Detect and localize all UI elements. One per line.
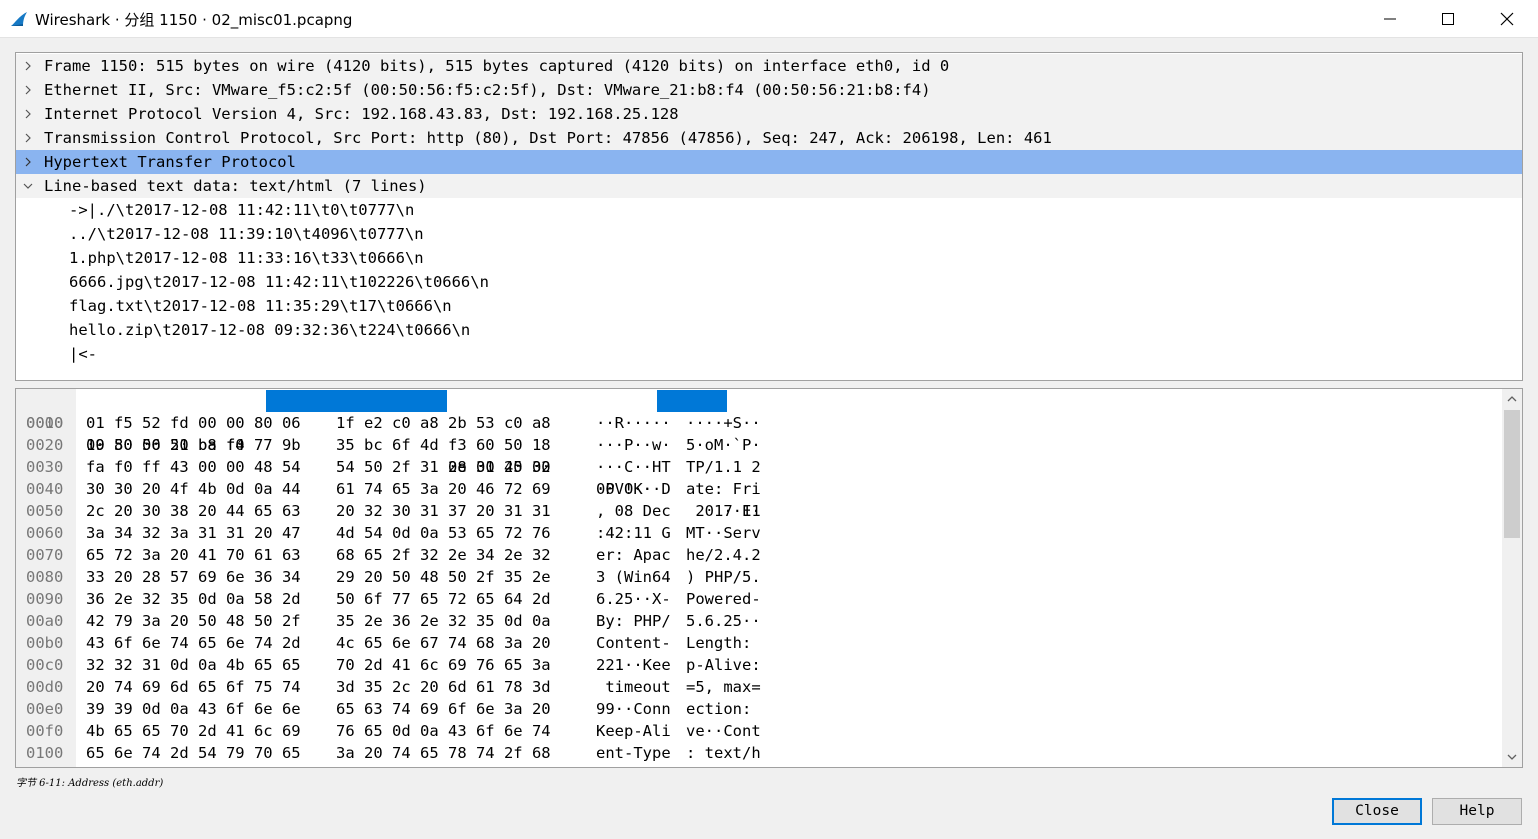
tree-child-line[interactable]: hello.zip\t2017-12-08 09:32:36\t224\t066… [16,318,1522,342]
close-button[interactable]: Close [1332,798,1422,825]
hex-row[interactable]: 0030 fa f0 ff 43 00 00 48 54 54 50 2f 31 2… [16,456,1502,478]
tree-child-line[interactable]: flag.txt\t2017-12-08 11:35:29\t17\t0666\… [16,294,1522,318]
hex-row[interactable]: 0060 3a 34 32 3a 31 31 20 47 4d 54 0d 0a 5… [16,522,1502,544]
close-icon [1500,12,1514,26]
packet-details-tree[interactable]: Frame 1150: 515 bytes on wire (4120 bits… [15,52,1523,381]
tree-row-http[interactable]: Hypertext Transfer Protocol [16,150,1522,174]
minimize-icon [1384,18,1396,20]
scrollbar-thumb[interactable] [1504,410,1520,538]
hex-row[interactable]: 00a0 42 79 3a 20 50 48 50 2f 35 2e 36 2e 3… [16,610,1502,632]
help-button[interactable]: Help [1432,798,1522,825]
tree-child-line[interactable]: ../\t2017-12-08 11:39:10\t4096\t0777\n [16,222,1522,246]
hex-row[interactable]: 0070 65 72 3a 20 41 70 61 63 68 65 2f 32 2… [16,544,1502,566]
tree-row-frame[interactable]: Frame 1150: 515 bytes on wire (4120 bits… [16,54,1522,78]
title-bar: Wireshark · 分组 1150 · 02_misc01.pcapng [0,0,1538,38]
hex-row[interactable]: 0090 36 2e 32 35 0d 0a 58 2d 50 6f 77 65 7… [16,588,1502,610]
wireshark-fin-icon [11,12,27,26]
window-title: Wireshark · 分组 1150 · 02_misc01.pcapng [35,11,353,29]
tree-row-tcp[interactable]: Transmission Control Protocol, Src Port:… [16,126,1522,150]
hex-row[interactable]: 0080 33 20 28 57 69 6e 36 34 29 20 50 48 5… [16,566,1502,588]
tree-child-line[interactable]: 6666.jpg\t2017-12-08 11:42:11\t102226\t0… [16,270,1522,294]
hex-row[interactable]: 00c0 32 32 31 0d 0a 4b 65 65 70 2d 41 6c 6… [16,654,1502,676]
hex-row[interactable]: 0010 01 f5 52 fd 00 00 80 06 1f e2 c0 a8 2… [16,412,1502,434]
hex-row[interactable]: 00e0 39 39 0d 0a 43 6f 6e 6e 65 63 74 69 6… [16,698,1502,720]
hex-row[interactable]: 00b0 43 6f 6e 74 65 6e 74 2d 4c 65 6e 67 7… [16,632,1502,654]
hex-row[interactable]: 0020 19 80 00 50 ba f0 77 9b 35 bc 6f 4d f… [16,434,1502,456]
hex-row[interactable]: 0050 2c 20 30 38 20 44 65 63 20 32 30 31 3… [16,500,1502,522]
chevron-right-icon[interactable] [22,132,34,144]
hex-row[interactable]: 0040 30 30 20 4f 4b 0d 0a 44 61 74 65 3a 2… [16,478,1502,500]
maximize-button[interactable] [1419,0,1477,38]
chevron-right-icon[interactable] [22,156,34,168]
tree-child-line[interactable]: ->|./\t2017-12-08 11:42:11\t0\t0777\n [16,198,1522,222]
status-bar-text: 字节 6-11: Address (eth.addr) [16,778,164,789]
maximize-icon [1442,13,1454,25]
hex-row[interactable]: 00d0 20 74 69 6d 65 6f 75 74 3d 35 2c 20 6… [16,676,1502,698]
chevron-right-icon[interactable] [22,84,34,96]
tree-row-ethernet[interactable]: Ethernet II, Src: VMware_f5:c2:5f (00:50… [16,78,1522,102]
chevron-right-icon[interactable] [22,108,34,120]
tree-child-line[interactable]: 1.php\t2017-12-08 11:33:16\t33\t0666\n [16,246,1522,270]
hex-dump-panel[interactable]: 0000 00 50 56 21 b8 f4 00 50 56 f5 c2 5f… [15,388,1523,768]
close-window-button[interactable] [1478,0,1536,38]
tree-row-ipv4[interactable]: Internet Protocol Version 4, Src: 192.16… [16,102,1522,126]
chevron-right-icon[interactable] [22,60,34,72]
hex-row[interactable]: 00f0 4b 65 65 70 2d 41 6c 69 76 65 0d 0a 4… [16,720,1502,742]
scroll-up-arrow-icon[interactable] [1502,389,1522,409]
vertical-scrollbar[interactable] [1502,389,1522,767]
tree-child-line[interactable]: |<- [16,342,1522,366]
hex-row[interactable]: 0100 65 6e 74 2d 54 79 70 65 3a 20 74 65 7… [16,742,1502,764]
scroll-down-arrow-icon[interactable] [1502,747,1522,767]
hex-row[interactable]: 0000 00 50 56 21 b8 f4 00 50 56 f5 c2 5f… [16,390,1502,520]
chevron-down-icon[interactable] [22,180,34,192]
minimize-button[interactable] [1361,0,1419,38]
tree-row-line-based-text[interactable]: Line-based text data: text/html (7 lines… [16,174,1522,198]
